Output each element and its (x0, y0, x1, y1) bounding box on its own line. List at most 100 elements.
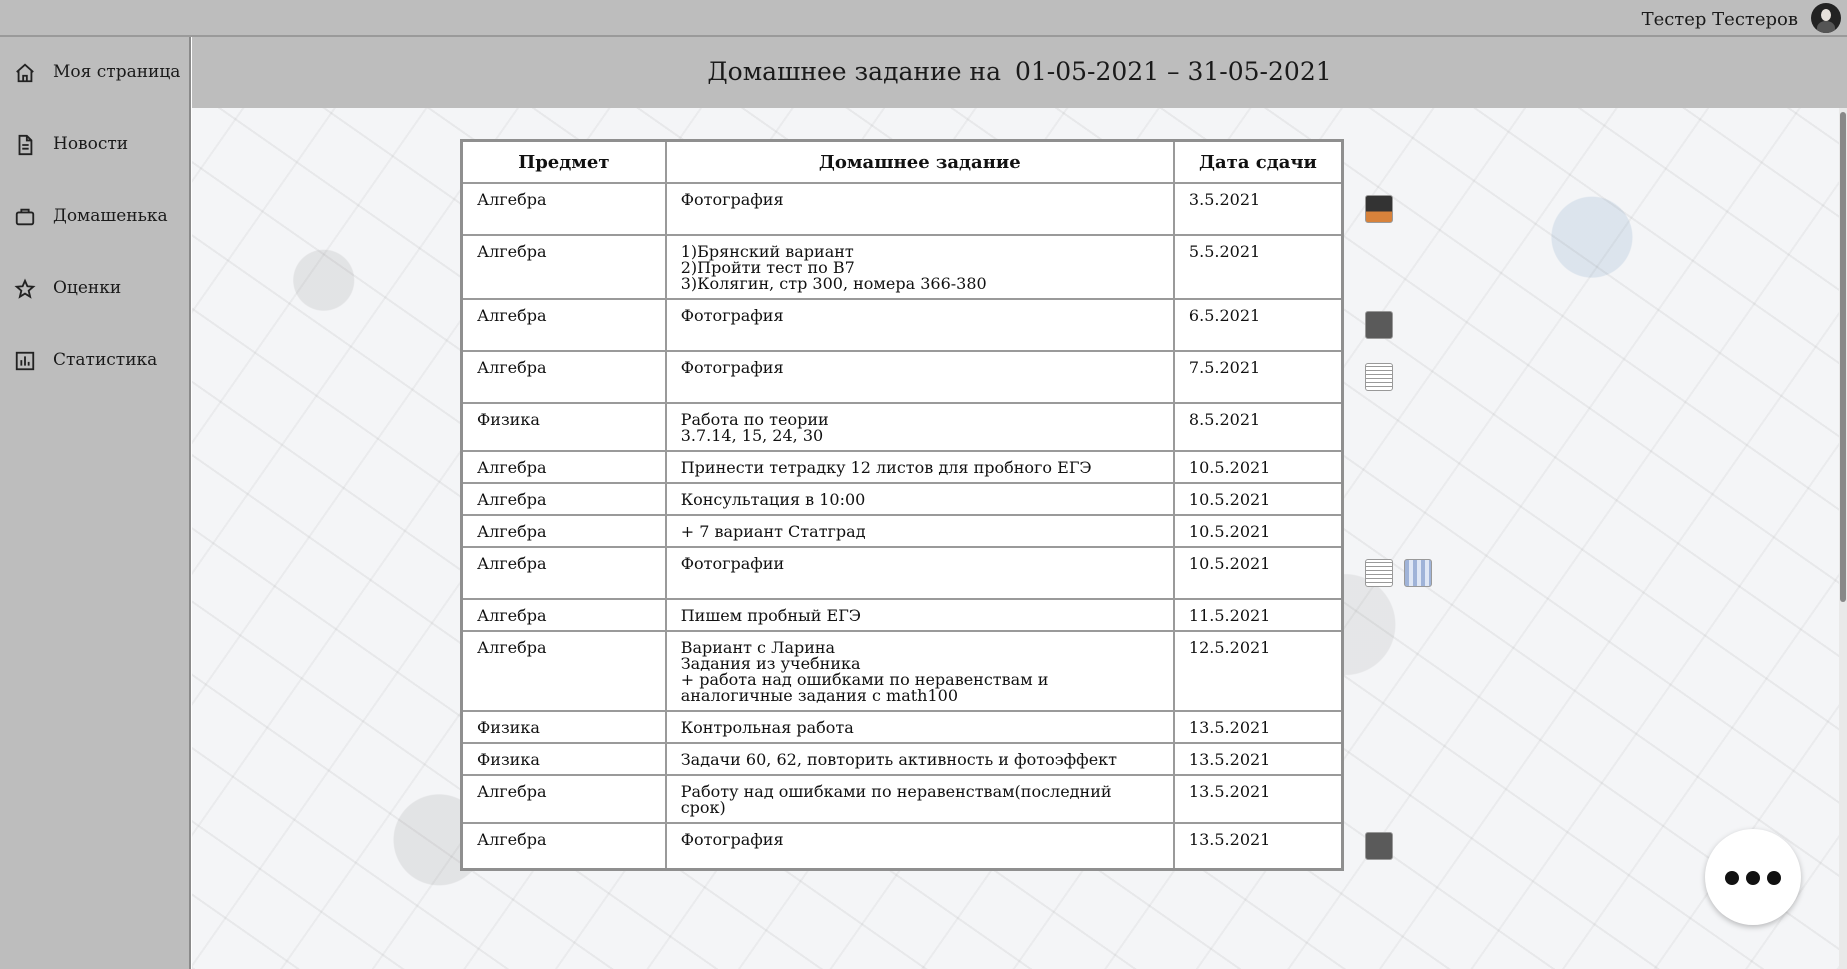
date-cell: 8.5.2021 (1172, 402, 1344, 452)
attachment-thumbnail[interactable] (1404, 559, 1432, 587)
task-cell: Принести тетрадку 12 листов для пробного… (664, 450, 1175, 484)
date-cell: 13.5.2021 (1172, 742, 1344, 776)
sidebar-item-statistics[interactable]: Статистика (0, 336, 189, 386)
task-cell: Задачи 60, 62, повторить активность и фо… (664, 742, 1175, 776)
sidebar-item-label: Моя страница (53, 62, 181, 82)
attachment-thumbnail[interactable] (1365, 195, 1393, 223)
subject-cell: Физика (460, 710, 667, 744)
sidebar-item-label: Статистика (53, 350, 158, 370)
date-cell: 3.5.2021 (1172, 182, 1344, 236)
more-dots-icon (1725, 871, 1739, 885)
sidebar: Моя страница Новости Домашенька Оценки С… (0, 37, 191, 969)
table-row: Алгебра Фотография 6.5.2021 (460, 298, 1344, 352)
subject-cell: Алгебра (460, 234, 667, 300)
table-body: Алгебра Фотография 3.5.2021 Алгебра 1)Брянск… (460, 182, 1344, 870)
briefcase-icon (15, 208, 35, 226)
table-row: Алгебра Работу над ошибками по неравенств… (460, 774, 1344, 824)
sidebar-item-label: Домашенька (53, 206, 168, 226)
more-button[interactable] (1705, 829, 1801, 925)
attachment-thumbnail[interactable] (1365, 832, 1393, 860)
attachment-thumbnail[interactable] (1365, 311, 1393, 339)
task-cell: Работу над ошибками по неравенствам(посл… (664, 774, 1175, 824)
subject-cell: Алгебра (460, 350, 667, 404)
subject-cell: Алгебра (460, 182, 667, 236)
column-header-date: Дата сдачи (1172, 139, 1344, 184)
task-cell: Фотография (664, 182, 1175, 236)
date-cell: 10.5.2021 (1172, 514, 1344, 548)
date-cell: 10.5.2021 (1172, 450, 1344, 484)
task-cell: Фотография (664, 822, 1175, 870)
task-cell: Работа по теории 3.7.14, 15, 24, 30 (664, 402, 1175, 452)
column-header-subject: Предмет (460, 139, 667, 184)
top-bar: Тестер Тестеров (0, 0, 1847, 37)
date-cell: 13.5.2021 (1172, 774, 1344, 824)
page-title-prefix: Домашнее задание на (707, 57, 1001, 86)
date-cell: 12.5.2021 (1172, 630, 1344, 712)
sidebar-item-news[interactable]: Новости (0, 120, 189, 170)
subject-cell: Алгебра (460, 514, 667, 548)
date-cell: 11.5.2021 (1172, 598, 1344, 632)
more-dots-icon (1746, 871, 1760, 885)
table-row: Алгебра Консультация в 10:00 10.5.2021 (460, 482, 1344, 516)
page-title: Домашнее задание на 01-05-2021 – 31-05-2… (192, 57, 1847, 86)
date-range: 01-05-2021 – 31-05-2021 (1014, 57, 1332, 86)
subject-cell: Алгебра (460, 546, 667, 600)
attachment-thumbnail[interactable] (1365, 363, 1393, 391)
table-row: Алгебра + 7 вариант Статград 10.5.2021 (460, 514, 1344, 548)
column-header-task: Домашнее задание (664, 139, 1175, 184)
table-row: Физика Контрольная работа 13.5.2021 (460, 710, 1344, 744)
sidebar-item-my-page[interactable]: Моя страница (0, 48, 189, 98)
page-header: Домашнее задание на 01-05-2021 – 31-05-2… (192, 37, 1847, 108)
star-icon (14, 278, 36, 299)
sidebar-item-grades[interactable]: Оценки (0, 264, 189, 314)
table-row: Алгебра Фотография 7.5.2021 (460, 350, 1344, 404)
table-header-row: Предмет Домашнее задание Дата сдачи (460, 139, 1344, 184)
task-cell: Вариант с Ларина Задания из учебника + р… (664, 630, 1175, 712)
subject-cell: Физика (460, 742, 667, 776)
task-cell: Фотографии (664, 546, 1175, 600)
table-row: Алгебра Фотография 3.5.2021 (460, 182, 1344, 236)
task-cell: Фотография (664, 298, 1175, 352)
task-cell: + 7 вариант Статград (664, 514, 1175, 548)
scrollbar-thumb[interactable] (1840, 112, 1846, 602)
date-cell: 13.5.2021 (1172, 710, 1344, 744)
table-row: Алгебра Фотографии 10.5.2021 (460, 546, 1344, 600)
date-cell: 10.5.2021 (1172, 482, 1344, 516)
subject-cell: Алгебра (460, 598, 667, 632)
avatar[interactable] (1811, 3, 1841, 33)
date-cell: 7.5.2021 (1172, 350, 1344, 404)
task-cell: Фотография (664, 350, 1175, 404)
attachment-thumbnail[interactable] (1365, 559, 1393, 587)
sidebar-item-label: Новости (53, 134, 129, 154)
bar-chart-icon (15, 351, 35, 371)
subject-cell: Алгебра (460, 774, 667, 824)
subject-cell: Алгебра (460, 450, 667, 484)
sidebar-item-homework[interactable]: Домашенька (0, 192, 189, 242)
sidebar-item-label: Оценки (53, 278, 122, 298)
more-dots-icon (1767, 871, 1781, 885)
date-cell: 6.5.2021 (1172, 298, 1344, 352)
table-row: Физика Задачи 60, 62, повторить активност… (460, 742, 1344, 776)
table-row: Алгебра Фотография 13.5.2021 (460, 822, 1344, 870)
home-icon (16, 63, 34, 83)
homework-table-container: Предмет Домашнее задание Дата сдачи Алге… (460, 139, 1344, 969)
date-cell: 10.5.2021 (1172, 546, 1344, 600)
homework-table: Предмет Домашнее задание Дата сдачи Алге… (460, 139, 1344, 871)
subject-cell: Алгебра (460, 630, 667, 712)
table-row: Алгебра 1)Брянский вариант 2)Пройти тест … (460, 234, 1344, 300)
task-cell: 1)Брянский вариант 2)Пройти тест по В7 3… (664, 234, 1175, 300)
subject-cell: Алгебра (460, 822, 667, 870)
subject-cell: Алгебра (460, 482, 667, 516)
table-row: Алгебра Вариант с Ларина Задания из учебн… (460, 630, 1344, 712)
task-cell: Контрольная работа (664, 710, 1175, 744)
date-cell: 13.5.2021 (1172, 822, 1344, 870)
table-row: Алгебра Принести тетрадку 12 листов для п… (460, 450, 1344, 484)
date-cell: 5.5.2021 (1172, 234, 1344, 300)
subject-cell: Физика (460, 402, 667, 452)
task-cell: Пишем пробный ЕГЭ (664, 598, 1175, 632)
table-row: Алгебра Пишем пробный ЕГЭ 11.5.2021 (460, 598, 1344, 632)
subject-cell: Алгебра (460, 298, 667, 352)
table-row: Физика Работа по теории 3.7.14, 15, 24, 3… (460, 402, 1344, 452)
task-cell: Консультация в 10:00 (664, 482, 1175, 516)
user-name[interactable]: Тестер Тестеров (1642, 9, 1798, 30)
